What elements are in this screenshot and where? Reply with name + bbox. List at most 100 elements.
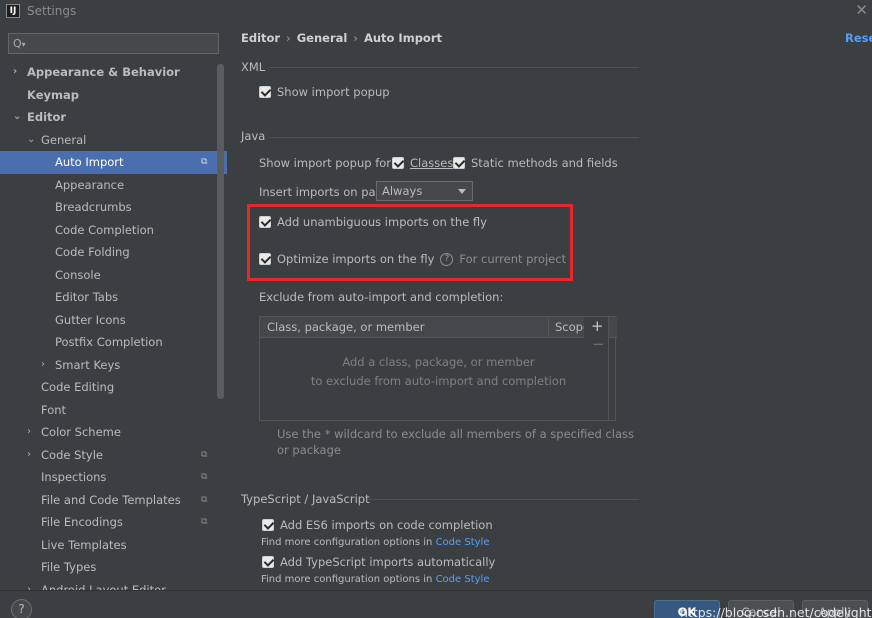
sidebar-item-label: Editor Tabs [55,290,119,304]
chevron-right-icon[interactable]: › [27,421,31,444]
sidebar-item-editor[interactable]: ⌄ Editor [0,106,227,129]
search-icon: Q▾ [13,37,26,50]
table-toolbar: + − [584,316,609,421]
highlight-annotation-box [247,204,573,281]
checkbox-label: Static methods and fields [471,156,618,170]
sidebar-item-breadcrumbs[interactable]: Breadcrumbs [0,196,227,219]
sidebar-item-code-folding[interactable]: Code Folding [0,241,227,264]
sidebar-item-code-completion[interactable]: Code Completion [0,219,227,242]
sidebar-item-label: Editor [27,110,67,124]
sidebar-item-label: Code Style [41,447,103,462]
help-button[interactable]: ? [11,599,32,618]
insert-imports-select[interactable]: Always [376,181,473,201]
sidebar-item-color-scheme[interactable]: › Color Scheme [0,421,227,444]
add-icon[interactable]: + [591,317,604,335]
find-more-label: Find more configuration options in [261,537,433,548]
sidebar-item-live-templates[interactable]: Live Templates [0,534,227,557]
project-settings-icon: ⧉ [201,472,208,482]
search-input[interactable]: Q▾ [8,33,219,54]
sidebar-item-android-layout-editor[interactable]: › Android Layout Editor [0,579,227,591]
checkbox-checked-icon [453,157,465,169]
sidebar-item-label: Appearance [55,177,125,192]
sidebar-item-auto-import[interactable]: Auto Import ⧉ [0,151,227,174]
chevron-right-icon[interactable]: › [27,579,31,591]
sidebar-item-label: Code Folding [55,245,130,259]
sidebar-item-label: Gutter Icons [55,312,126,327]
breadcrumb-general: General [296,31,348,45]
chevron-right-icon: › [353,31,358,45]
settings-tree: › Appearance & Behavior Keymap ⌄ Editor ⌄ Gene… [0,61,227,590]
checkbox-label: Show import popup [277,85,390,99]
sidebar-item-label: Smart Keys [55,357,121,372]
watermark: https://blog.csdn.net/codelight [680,605,872,618]
exclude-table: Class, package, or member Scope Add a cl… [259,316,617,421]
sidebar-item-smart-keys[interactable]: › Smart Keys [0,354,227,377]
sidebar-item-label: Live Templates [41,537,127,552]
sidebar-scrollbar[interactable] [217,64,224,399]
section-typescript: TypeScript / JavaScript [241,492,370,506]
sidebar-item-editor-tabs[interactable]: Editor Tabs [0,286,227,309]
sidebar-item-label: Postfix Completion [55,335,163,349]
sidebar-item-label: Code Completion [55,222,154,237]
checkbox-checked-icon [392,157,404,169]
breadcrumb-editor: Editor [241,31,281,45]
checkbox-label: Classes [410,156,454,170]
sidebar-item-file-and-code-templates[interactable]: File and Code Templates ⧉ [0,489,227,512]
remove-icon[interactable]: − [592,335,605,353]
project-settings-icon: ⧉ [201,157,208,167]
intellij-logo-icon: IJ [6,4,20,18]
es6-imports-checkbox[interactable]: Add ES6 imports on code completion [262,518,493,532]
sidebar-item-file-encodings[interactable]: File Encodings ⧉ [0,511,227,534]
code-style-link[interactable]: Code Style [436,537,490,548]
chevron-right-icon[interactable]: › [41,354,45,377]
sidebar-item-label: Auto Import [55,155,124,169]
sidebar-item-label: Color Scheme [41,425,121,439]
chevron-right-icon: › [286,31,291,45]
sidebar-item-gutter-icons[interactable]: Gutter Icons [0,309,227,332]
find-more-text: Find more configuration options in Code … [261,537,489,548]
table-empty-text: Add a class, package, or member [342,355,535,369]
checkbox-label: Add TypeScript imports automatically [280,555,496,569]
divider [269,67,639,68]
sidebar-item-label: Font [41,402,67,417]
sidebar-item-inspections[interactable]: Inspections ⧉ [0,466,227,489]
sidebar-item-general[interactable]: ⌄ General [0,129,227,152]
sidebar-item-appearance[interactable]: Appearance [0,174,227,197]
table-empty-text-2: to exclude from auto-import and completi… [310,374,567,388]
sidebar-item-console[interactable]: Console [0,264,227,287]
breadcrumb: Editor › General › Auto Import [241,31,442,45]
window-title: Settings [27,4,77,18]
reset-link[interactable]: Reset [845,31,872,45]
sidebar-item-appearance-behavior[interactable]: › Appearance & Behavior [0,61,227,84]
chevron-down-icon[interactable]: ⌄ [27,129,35,152]
wildcard-note: Use the * wildcard to exclude all member… [277,427,635,457]
project-settings-icon: ⧉ [201,494,208,505]
sidebar-item-label: Console [55,267,101,282]
checkbox-checked-icon [262,519,274,531]
sidebar-item-keymap[interactable]: Keymap [0,84,227,107]
ts-auto-imports-checkbox[interactable]: Add TypeScript imports automatically [262,555,495,569]
title-bar: IJ Settings ✕ [0,0,872,24]
section-java: Java [241,129,266,143]
chevron-down-icon[interactable]: ⌄ [13,106,21,129]
static-methods-checkbox[interactable]: Static methods and fields [453,156,618,170]
section-xml: XML [241,60,266,74]
close-icon[interactable]: ✕ [855,1,868,19]
sidebar-item-postfix-completion[interactable]: Postfix Completion [0,331,227,354]
column-header-class[interactable]: Class, package, or member [267,320,424,334]
sidebar-item-label: File and Code Templates [41,492,181,507]
sidebar-item-code-style[interactable]: › Code Style ⧉ [0,444,227,467]
table-header: Class, package, or member Scope [260,317,617,338]
sidebar-item-file-types[interactable]: File Types [0,556,227,579]
chevron-down-icon [458,189,466,194]
chevron-right-icon[interactable]: › [27,444,31,467]
sidebar-item-font[interactable]: Font [0,399,227,422]
classes-checkbox[interactable]: Classes [392,156,453,170]
checkbox-checked-icon [262,556,274,568]
sidebar-item-code-editing[interactable]: Code Editing [0,376,227,399]
sidebar-item-label: Code Editing [41,380,115,394]
chevron-right-icon[interactable]: › [13,61,17,84]
code-style-link-2[interactable]: Code Style [436,574,490,585]
divider [367,499,639,500]
xml-show-import-popup-checkbox[interactable]: Show import popup [259,85,390,99]
